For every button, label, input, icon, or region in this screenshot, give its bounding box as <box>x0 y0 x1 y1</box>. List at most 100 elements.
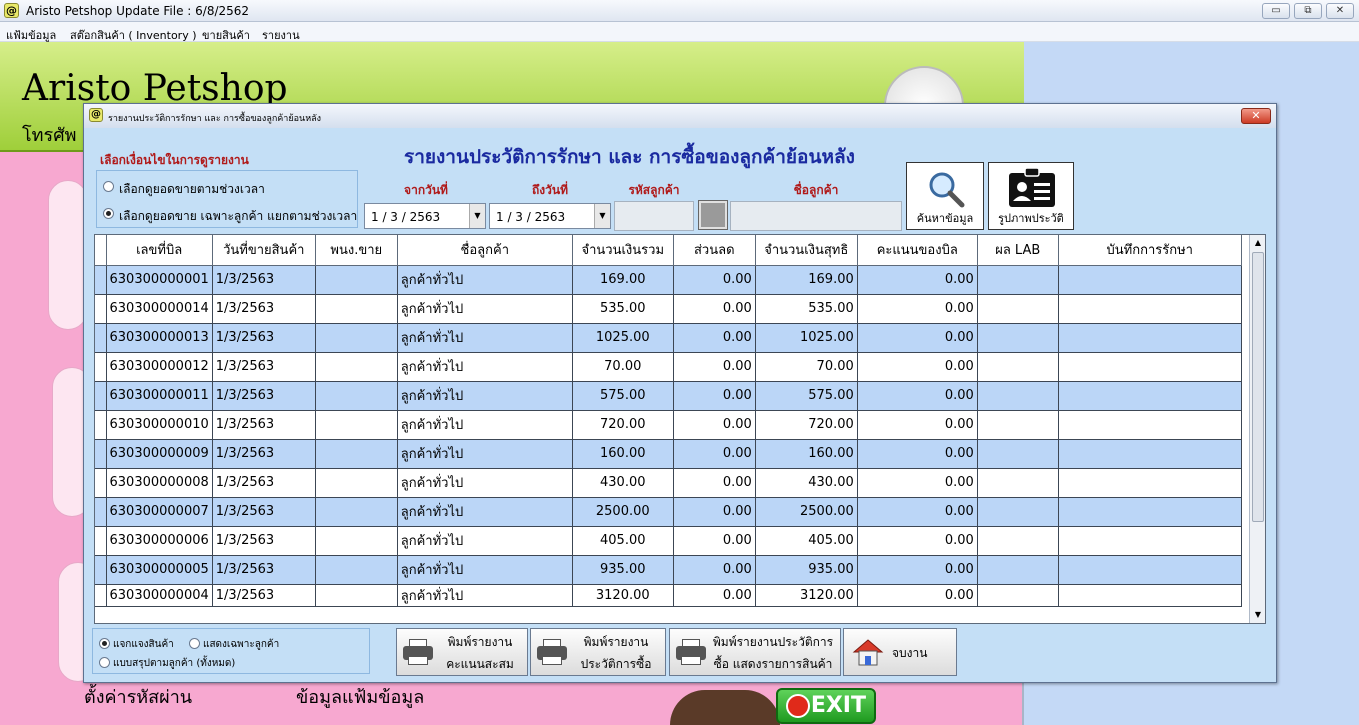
table-row[interactable]: 630300000005 1/3/2563 ลูกค้าทั่วไป 935.00 0.… <box>95 555 1242 585</box>
radio-summary-all[interactable] <box>99 657 110 668</box>
minimize-button[interactable]: ▭ <box>1262 3 1290 19</box>
cell-bill[interactable]: 630300000004 <box>106 584 213 607</box>
cell-staff[interactable] <box>315 439 398 469</box>
row-selector[interactable] <box>95 352 107 382</box>
cell-points[interactable]: 0.00 <box>857 323 978 353</box>
cell-bill[interactable]: 630300000013 <box>106 323 213 353</box>
cell-bill[interactable]: 630300000009 <box>106 439 213 469</box>
table-row[interactable]: 630300000006 1/3/2563 ลูกค้าทั่วไป 405.00 0.… <box>95 526 1242 556</box>
table-row[interactable]: 630300000012 1/3/2563 ลูกค้าทั่วไป 70.00 0.0… <box>95 352 1242 382</box>
finish-button[interactable]: จบงาน <box>843 628 957 676</box>
table-row[interactable]: 630300000004 1/3/2563 ลูกค้าทั่วไป 3120.00 0… <box>95 584 1242 607</box>
cell-note[interactable] <box>1058 381 1242 411</box>
cell-note[interactable] <box>1058 497 1242 527</box>
cell-net[interactable]: 160.00 <box>755 439 858 469</box>
cell-staff[interactable] <box>315 265 398 295</box>
cell-total[interactable]: 720.00 <box>572 410 674 440</box>
cell-lab[interactable] <box>977 439 1059 469</box>
cell-lab[interactable] <box>977 323 1059 353</box>
column-header[interactable]: พนง.ขาย <box>315 235 398 266</box>
radio-customer-only[interactable] <box>189 638 200 649</box>
cell-discount[interactable]: 0.00 <box>673 584 756 607</box>
cell-customer[interactable]: ลูกค้าทั่วไป <box>397 294 573 324</box>
cell-lab[interactable] <box>977 526 1059 556</box>
cell-date[interactable]: 1/3/2563 <box>212 497 316 527</box>
cell-bill[interactable]: 630300000008 <box>106 468 213 498</box>
cell-customer[interactable]: ลูกค้าทั่วไป <box>397 497 573 527</box>
cell-bill[interactable]: 630300000014 <box>106 294 213 324</box>
dialog-close-button[interactable]: ✕ <box>1241 108 1271 124</box>
table-row[interactable]: 630300000013 1/3/2563 ลูกค้าทั่วไป 1025.00 0… <box>95 323 1242 353</box>
cell-net[interactable]: 1025.00 <box>755 323 858 353</box>
history-image-button[interactable]: รูปภาพประวัติ <box>988 162 1074 230</box>
cell-customer[interactable]: ลูกค้าทั่วไป <box>397 468 573 498</box>
cell-lab[interactable] <box>977 352 1059 382</box>
radio-by-customer-period-label[interactable]: เลือกดูยอดขาย เฉพาะลูกค้า แยกตามช่วงเวลา <box>119 207 357 226</box>
cell-staff[interactable] <box>315 294 398 324</box>
scroll-up-icon[interactable]: ▲ <box>1250 235 1265 251</box>
from-date-dropdown-icon[interactable]: ▼ <box>469 204 485 228</box>
cell-net[interactable]: 169.00 <box>755 265 858 295</box>
cell-net[interactable]: 2500.00 <box>755 497 858 527</box>
cell-discount[interactable]: 0.00 <box>673 352 756 382</box>
to-date-dropdown-icon[interactable]: ▼ <box>594 204 610 228</box>
cell-lab[interactable] <box>977 555 1059 585</box>
search-button[interactable]: ค้นหาข้อมูล <box>906 162 984 230</box>
cell-points[interactable]: 0.00 <box>857 265 978 295</box>
scroll-thumb[interactable] <box>1252 252 1264 522</box>
cell-discount[interactable]: 0.00 <box>673 468 756 498</box>
cell-note[interactable] <box>1058 265 1242 295</box>
cell-staff[interactable] <box>315 323 398 353</box>
cell-points[interactable]: 0.00 <box>857 294 978 324</box>
print-points-button[interactable]: พิมพ์รายงาน คะแนนสะสม <box>396 628 528 676</box>
report-grid[interactable]: เลขที่บิล วันที่ขายสินค้า พนง.ขาย ชื่อลู… <box>94 234 1266 624</box>
cell-net[interactable]: 935.00 <box>755 555 858 585</box>
cell-note[interactable] <box>1058 555 1242 585</box>
column-header[interactable]: วันที่ขายสินค้า <box>212 235 316 266</box>
column-header[interactable]: เลขที่บิล <box>106 235 213 266</box>
data-file-label[interactable]: ข้อมูลแฟ้มข้อมูล <box>296 682 424 711</box>
radio-summary-all-label[interactable]: แบบสรุปตามลูกค้า (ทั้งหมด) <box>113 656 235 671</box>
cell-lab[interactable] <box>977 265 1059 295</box>
cell-points[interactable]: 0.00 <box>857 410 978 440</box>
column-header[interactable]: บันทึกการรักษา <box>1058 235 1242 266</box>
cell-customer[interactable]: ลูกค้าทั่วไป <box>397 381 573 411</box>
cell-date[interactable]: 1/3/2563 <box>212 323 316 353</box>
cell-net[interactable]: 405.00 <box>755 526 858 556</box>
vertical-scrollbar[interactable]: ▲ ▼ <box>1249 235 1265 623</box>
cell-customer[interactable]: ลูกค้าทั่วไป <box>397 439 573 469</box>
cell-discount[interactable]: 0.00 <box>673 555 756 585</box>
column-header[interactable]: จำนวนเงินรวม <box>572 235 674 266</box>
radio-by-period-label[interactable]: เลือกดูยอดขายตามช่วงเวลา <box>119 180 265 199</box>
cell-customer[interactable]: ลูกค้าทั่วไป <box>397 584 573 607</box>
row-selector[interactable] <box>95 294 107 324</box>
cell-total[interactable]: 935.00 <box>572 555 674 585</box>
row-selector[interactable] <box>95 584 107 607</box>
cell-note[interactable] <box>1058 526 1242 556</box>
row-selector[interactable] <box>95 468 107 498</box>
cell-staff[interactable] <box>315 410 398 440</box>
cell-points[interactable]: 0.00 <box>857 352 978 382</box>
cell-net[interactable]: 575.00 <box>755 381 858 411</box>
cell-total[interactable]: 70.00 <box>572 352 674 382</box>
cell-note[interactable] <box>1058 323 1242 353</box>
cell-discount[interactable]: 0.00 <box>673 439 756 469</box>
cell-customer[interactable]: ลูกค้าทั่วไป <box>397 323 573 353</box>
cell-total[interactable]: 535.00 <box>572 294 674 324</box>
exit-button[interactable]: EXIT <box>776 688 876 724</box>
cell-discount[interactable]: 0.00 <box>673 410 756 440</box>
restore-button[interactable]: ⧉ <box>1294 3 1322 19</box>
table-row[interactable]: 630300000007 1/3/2563 ลูกค้าทั่วไป 2500.00 0… <box>95 497 1242 527</box>
row-selector[interactable] <box>95 323 107 353</box>
cell-net[interactable]: 430.00 <box>755 468 858 498</box>
radio-item-detail-label[interactable]: แจกแจงสินค้า <box>113 637 174 652</box>
cell-customer[interactable]: ลูกค้าทั่วไป <box>397 352 573 382</box>
cell-customer[interactable]: ลูกค้าทั่วไป <box>397 410 573 440</box>
cell-lab[interactable] <box>977 584 1059 607</box>
radio-customer-only-label[interactable]: แสดงเฉพาะลูกค้า <box>203 637 279 652</box>
cell-date[interactable]: 1/3/2563 <box>212 526 316 556</box>
customer-name-field[interactable] <box>730 201 902 231</box>
cell-customer[interactable]: ลูกค้าทั่วไป <box>397 555 573 585</box>
cell-date[interactable]: 1/3/2563 <box>212 439 316 469</box>
column-header[interactable]: ชื่อลูกค้า <box>397 235 573 266</box>
